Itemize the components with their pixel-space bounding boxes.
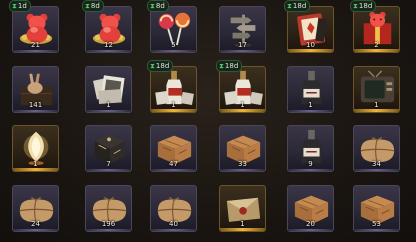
expiry-timer-badge: ⧗ 8d <box>82 0 104 12</box>
inventory-slot-burlap-parcel[interactable]: 196 <box>85 185 132 232</box>
item-quantity: 17 <box>238 41 247 49</box>
inventory-slot-wooden-crate[interactable]: 47 <box>150 125 197 172</box>
hourglass-icon: ⧗ <box>12 2 17 10</box>
timer-text: 8d <box>90 2 100 10</box>
expiry-timer-badge: ⧗ 18d <box>216 60 243 72</box>
expiry-timer-badge: ⧗ 18d <box>147 60 174 72</box>
inventory-slot-glowing-orb[interactable]: 1 <box>12 125 59 172</box>
item-quantity: 47 <box>169 160 178 168</box>
hourglass-icon: ⧗ <box>287 2 292 10</box>
item-quantity: 1 <box>171 101 176 109</box>
inventory-slot-burlap-parcel[interactable]: 34 <box>353 125 400 172</box>
inventory-slot-photo-stack[interactable]: 1 <box>85 66 132 113</box>
inventory-slot-burlap-parcel[interactable]: 24 <box>12 185 59 232</box>
inventory-slot-burlap-parcel[interactable]: 40 <box>150 185 197 232</box>
inventory-slot-bottle-with-photo[interactable]: 1 <box>150 66 197 113</box>
hourglass-icon: ⧗ <box>85 2 90 10</box>
item-quantity: 24 <box>31 220 40 228</box>
item-quantity: 196 <box>101 220 116 228</box>
timer-text: 18d <box>292 2 307 10</box>
timer-text: 8d <box>155 2 165 10</box>
inventory-slot-wooden-crate[interactable]: 33 <box>219 125 266 172</box>
inventory-slot-dark-bottle[interactable]: 9 <box>287 125 334 172</box>
item-quantity: 53 <box>372 220 381 228</box>
item-quantity: 1 <box>374 101 379 109</box>
expiry-timer-badge: ⧗ 18d <box>350 0 377 12</box>
inventory-slot-wooden-crate[interactable]: 53 <box>353 185 400 232</box>
item-quantity: 1 <box>308 101 313 109</box>
item-quantity: 1 <box>33 160 38 168</box>
hourglass-icon: ⧗ <box>219 62 224 70</box>
inventory-slot-lollipops[interactable]: 5 <box>150 6 197 53</box>
item-quantity: 34 <box>372 160 381 168</box>
item-quantity: 5 <box>171 41 176 49</box>
inventory-slot-wooden-crate[interactable]: 20 <box>287 185 334 232</box>
hourglass-icon: ⧗ <box>150 2 155 10</box>
item-quantity: 10 <box>306 41 315 49</box>
timer-text: 18d <box>155 62 170 70</box>
hourglass-icon: ⧗ <box>353 2 358 10</box>
item-quantity: 1 <box>240 220 245 228</box>
inventory-slot-bottle-with-photo[interactable]: 1 <box>219 66 266 113</box>
item-quantity: 20 <box>306 220 315 228</box>
inventory-slot-red-gummy-bear-gift[interactable]: 2 <box>353 6 400 53</box>
item-quantity: 1 <box>106 101 111 109</box>
item-quantity: 7 <box>106 160 111 168</box>
inventory-grid: 21 ⧗ 1d 12 ⧗ 8d 5 ⧗ 8d 17 10 ⧗ 18d 2 ⧗ 18d 141 1 <box>0 0 416 242</box>
inventory-slot-dark-bottle[interactable]: 1 <box>287 66 334 113</box>
inventory-slot-envelope[interactable]: 1 <box>219 185 266 232</box>
expiry-timer-badge: ⧗ 18d <box>284 0 311 12</box>
item-quantity: 33 <box>238 160 247 168</box>
item-quantity: 21 <box>31 41 40 49</box>
timer-text: 1d <box>17 2 27 10</box>
inventory-slot-playing-cards-box[interactable]: 10 <box>287 6 334 53</box>
inventory-slot-retro-television[interactable]: 1 <box>353 66 400 113</box>
item-quantity: 9 <box>308 160 313 168</box>
inventory-slot-signpost[interactable]: 17 <box>219 6 266 53</box>
inventory-slot-red-gummy-bear-tray[interactable]: 12 <box>85 6 132 53</box>
expiry-timer-badge: ⧗ 1d <box>9 0 31 12</box>
timer-text: 18d <box>358 2 373 10</box>
hourglass-icon: ⧗ <box>150 62 155 70</box>
inventory-slot-rabbit-in-crate[interactable]: 141 <box>12 66 59 113</box>
item-quantity: 1 <box>240 101 245 109</box>
timer-text: 18d <box>224 62 239 70</box>
item-quantity: 40 <box>169 220 178 228</box>
item-quantity: 141 <box>28 101 43 109</box>
item-quantity: 12 <box>104 41 113 49</box>
item-quantity: 2 <box>374 41 379 49</box>
expiry-timer-badge: ⧗ 8d <box>147 0 169 12</box>
inventory-slot-ornate-chest[interactable]: 7 <box>85 125 132 172</box>
inventory-slot-red-gummy-bear-tray[interactable]: 21 <box>12 6 59 53</box>
